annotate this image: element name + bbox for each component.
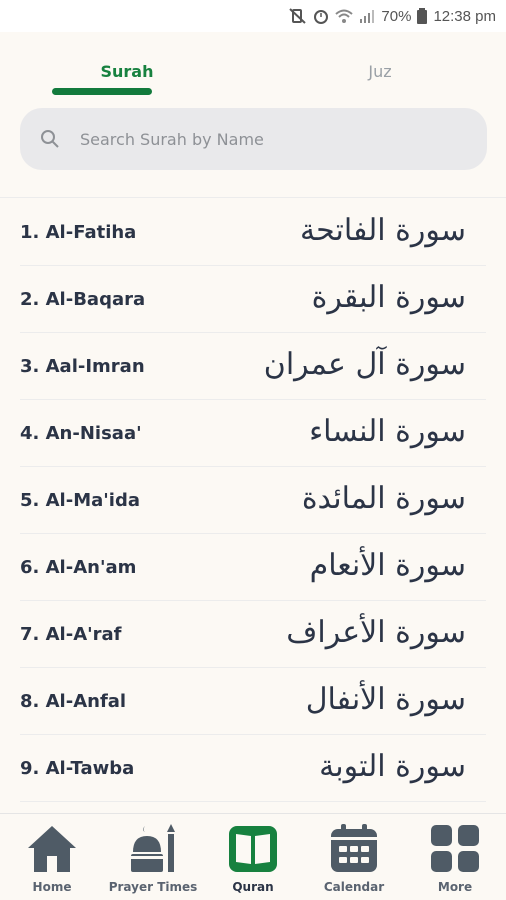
calendar-icon [331,824,377,872]
surah-name: 6. Al-An'am [20,556,137,578]
nav-calendar-label: Calendar [323,880,385,894]
surah-name: 7. Al-A'raf [20,623,122,645]
surah-arabic-calligraphy: سورة الأنفال [305,682,466,717]
search-input[interactable] [80,129,440,149]
surah-row-4[interactable]: 4. An-Nisaa' سورة النساء [20,400,486,467]
home-icon [28,826,76,872]
nav-quran-label: Quran [232,880,274,894]
surah-arabic-calligraphy: سورة المائدة [301,481,466,516]
surah-row-5[interactable]: 5. Al-Ma'ida سورة المائدة [20,467,486,534]
nav-prayer-times[interactable]: Prayer Times [103,822,203,900]
surah-name: 8. Al-Anfal [20,690,127,712]
surah-name: 5. Al-Ma'ida [20,489,140,511]
bottom-nav: Home Prayer Times Quran Calendar More [0,813,506,900]
search-bar[interactable] [20,108,487,170]
battery-icon [417,8,428,24]
surah-name: 3. Aal-Imran [20,355,145,377]
vibrate-mute-icon [289,8,307,24]
quran-book-icon [229,826,277,872]
nav-prayer-times-label: Prayer Times [108,880,198,894]
surah-row-8[interactable]: 8. Al-Anfal سورة الأنفال [20,668,486,735]
surah-name: 2. Al-Baqara [20,288,146,310]
surah-row-3[interactable]: 3. Aal-Imran سورة آل عمران [20,333,486,400]
mosque-icon [131,824,175,872]
signal-icon [360,10,375,23]
surah-row-2[interactable]: 2. Al-Baqara سورة البقرة [20,266,486,333]
surah-row-1[interactable]: 1. Al-Fatiha سورة الفاتحة [20,199,486,266]
surah-row-6[interactable]: 6. Al-An'am سورة الأنعام [20,534,486,601]
wifi-icon [335,9,354,23]
nav-home[interactable]: Home [2,822,102,900]
surah-arabic-calligraphy: سورة الفاتحة [300,213,466,248]
surah-arabic-calligraphy: سورة النساء [309,414,466,449]
surah-arabic-calligraphy: سورة البقرة [311,280,466,315]
grid-icon [431,825,479,872]
tab-juz[interactable]: Juz [280,50,480,98]
surah-arabic-calligraphy: سورة التوبة [319,749,466,784]
status-bar: 70% 12:38 pm [0,0,506,32]
surah-arabic-calligraphy: سورة آل عمران [263,347,466,382]
nav-calendar[interactable]: Calendar [304,822,404,900]
search-icon [41,130,59,148]
surah-list: 1. Al-Fatiha سورة الفاتحة 2. Al-Baqara س… [0,199,506,802]
surah-name: 9. Al-Tawba [20,757,135,779]
tab-juz-label: Juz [368,62,392,81]
surah-row-9[interactable]: 9. Al-Tawba سورة التوبة [20,735,486,802]
nav-more-label: More [437,880,473,894]
nav-quran[interactable]: Quran [203,822,303,900]
divider [0,197,506,198]
battery-percent: 70% [381,7,412,25]
surah-row-7[interactable]: 7. Al-A'raf سورة الأعراف [20,601,486,668]
surah-name: 4. An-Nisaa' [20,422,142,444]
nav-home-label: Home [32,880,72,894]
surah-name: 1. Al-Fatiha [20,221,137,243]
clock: 12:38 pm [433,7,496,25]
surah-arabic-calligraphy: سورة الأعراف [286,615,466,650]
surah-arabic-calligraphy: سورة الأنعام [309,548,466,583]
alarm-icon [314,10,329,24]
tab-bar: Surah Juz [0,50,506,98]
active-tab-indicator [52,88,152,95]
nav-more[interactable]: More [405,822,505,900]
